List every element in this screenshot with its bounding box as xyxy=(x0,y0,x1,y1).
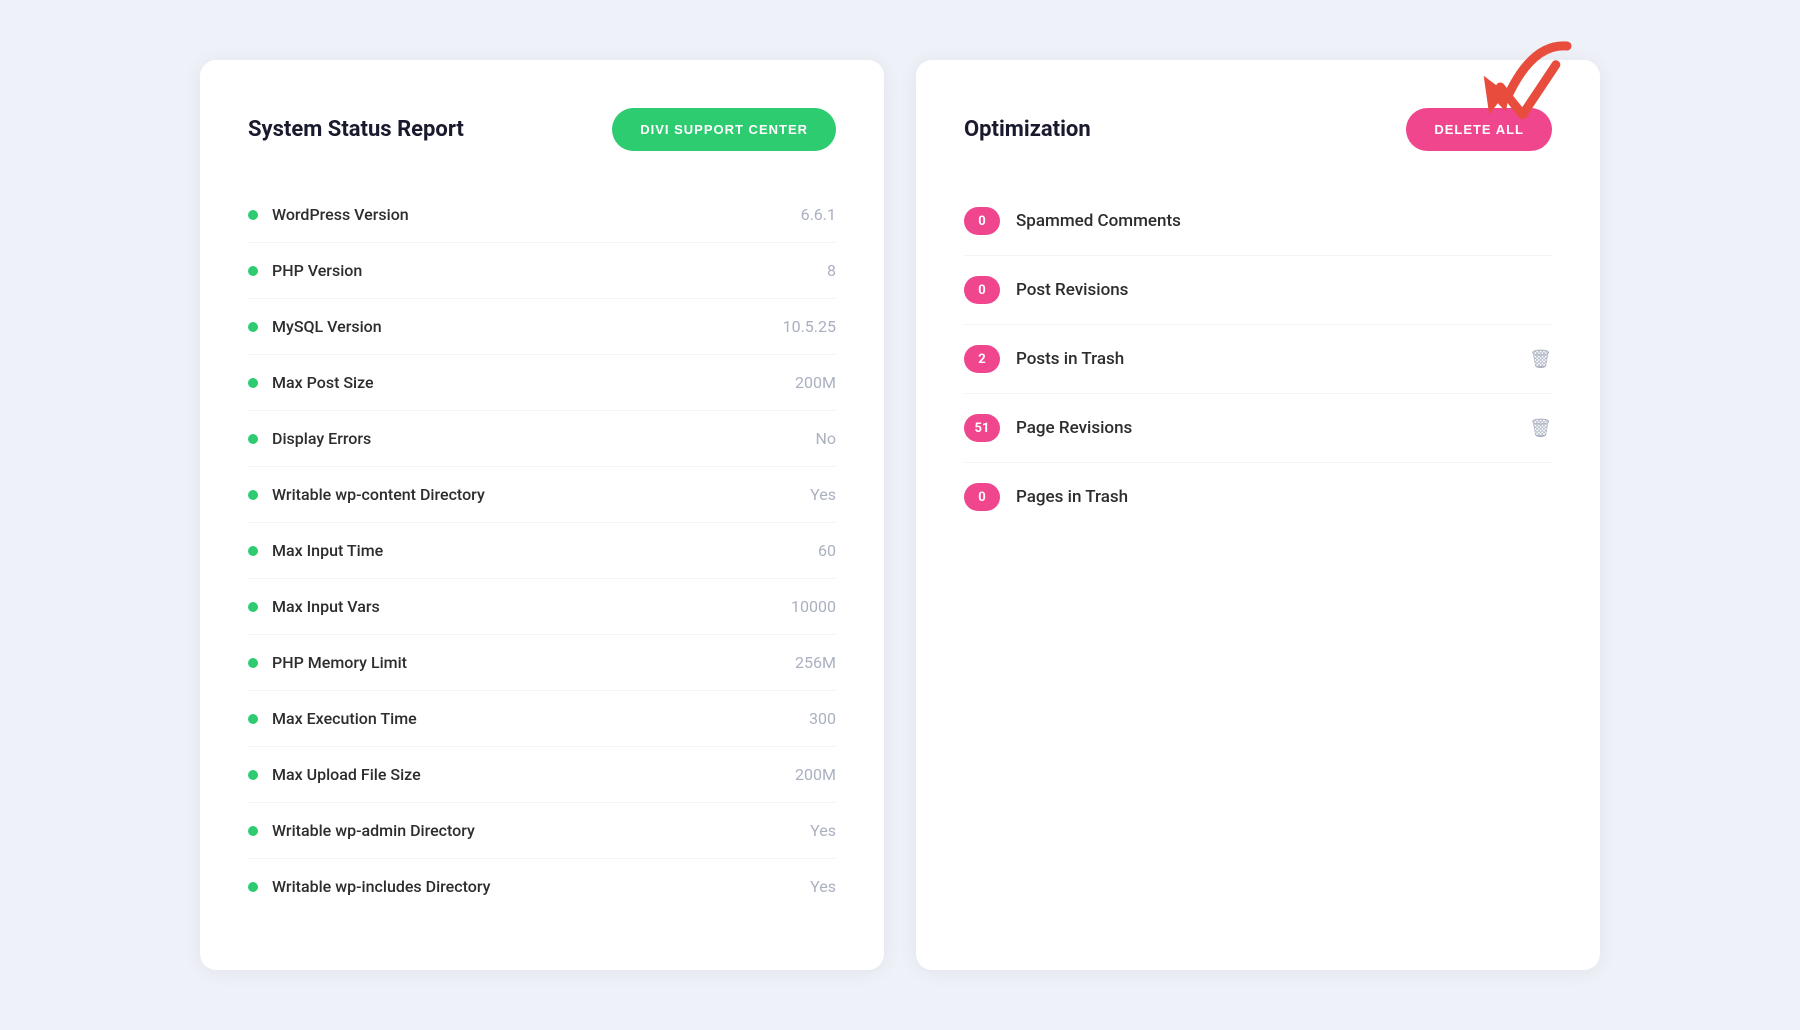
opt-badge-spammed-comments: 0 xyxy=(964,207,1000,235)
status-value: Yes xyxy=(810,485,836,504)
status-value: 256M xyxy=(795,653,836,672)
status-row: Writable wp-includes Directory Yes xyxy=(248,859,836,914)
opt-row-spammed-comments: 0 Spammed Comments xyxy=(964,187,1552,256)
status-row-left: Max Post Size xyxy=(248,373,374,392)
status-dot xyxy=(248,322,258,332)
status-label: Max Post Size xyxy=(272,373,374,392)
optimization-card: Optimization DELETE ALL 0 Spamm xyxy=(916,60,1600,970)
status-value: No xyxy=(815,429,836,448)
status-dot xyxy=(248,378,258,388)
optimization-title: Optimization xyxy=(964,117,1091,142)
system-status-card: System Status Report DIVI SUPPORT CENTER… xyxy=(200,60,884,970)
opt-row-post-revisions: 0 Post Revisions xyxy=(964,256,1552,325)
status-row: Max Upload File Size 200M xyxy=(248,747,836,803)
status-row-left: Max Upload File Size xyxy=(248,765,421,784)
system-status-header: System Status Report DIVI SUPPORT CENTER xyxy=(248,108,836,151)
status-label: Max Input Vars xyxy=(272,597,380,616)
status-value: 200M xyxy=(795,765,836,784)
trash-icon[interactable]: 🗑 xyxy=(1529,349,1552,370)
status-dot xyxy=(248,434,258,444)
status-label: Writable wp-admin Directory xyxy=(272,821,475,840)
status-dot xyxy=(248,770,258,780)
divi-support-center-button[interactable]: DIVI SUPPORT CENTER xyxy=(612,108,836,151)
opt-label-post-revisions: Post Revisions xyxy=(1016,280,1552,300)
status-label: PHP Version xyxy=(272,261,362,280)
status-value: 300 xyxy=(809,709,836,728)
status-row-left: WordPress Version xyxy=(248,205,409,224)
status-row: MySQL Version 10.5.25 xyxy=(248,299,836,355)
status-label: Display Errors xyxy=(272,429,371,448)
status-value: Yes xyxy=(810,821,836,840)
status-value: 6.6.1 xyxy=(801,205,836,224)
opt-label-spammed-comments: Spammed Comments xyxy=(1016,211,1552,231)
arrow-icon xyxy=(1467,53,1567,143)
status-dot xyxy=(248,490,258,500)
trash-icon[interactable]: 🗑 xyxy=(1529,418,1552,439)
status-dot xyxy=(248,882,258,892)
status-row: Max Execution Time 300 xyxy=(248,691,836,747)
status-list: WordPress Version 6.6.1 PHP Version 8 My… xyxy=(248,187,836,914)
status-row-left: Max Execution Time xyxy=(248,709,417,728)
page-wrapper: System Status Report DIVI SUPPORT CENTER… xyxy=(200,60,1600,970)
status-row: PHP Memory Limit 256M xyxy=(248,635,836,691)
status-value: 200M xyxy=(795,373,836,392)
status-row: Display Errors No xyxy=(248,411,836,467)
status-row: Max Post Size 200M xyxy=(248,355,836,411)
status-row: Writable wp-content Directory Yes xyxy=(248,467,836,523)
opt-label-pages-in-trash: Pages in Trash xyxy=(1016,487,1552,507)
status-label: Max Upload File Size xyxy=(272,765,421,784)
status-value: 8 xyxy=(827,261,836,280)
opt-row-pages-in-trash: 0 Pages in Trash xyxy=(964,463,1552,531)
status-value: 10000 xyxy=(791,597,836,616)
status-row-left: MySQL Version xyxy=(248,317,382,336)
status-row-left: Writable wp-content Directory xyxy=(248,485,485,504)
optimization-header: Optimization DELETE ALL xyxy=(964,108,1552,151)
status-row: PHP Version 8 xyxy=(248,243,836,299)
status-dot xyxy=(248,546,258,556)
status-row-left: Max Input Vars xyxy=(248,597,380,616)
status-label: Writable wp-content Directory xyxy=(272,485,485,504)
opt-row-posts-in-trash: 2 Posts in Trash 🗑 xyxy=(964,325,1552,394)
opt-badge-post-revisions: 0 xyxy=(964,276,1000,304)
status-row-left: Display Errors xyxy=(248,429,371,448)
status-row: WordPress Version 6.6.1 xyxy=(248,187,836,243)
status-value: Yes xyxy=(810,877,836,896)
optimization-list: 0 Spammed Comments 0 Post Revisions 2 Po… xyxy=(964,187,1552,531)
opt-badge-page-revisions: 51 xyxy=(964,414,1000,442)
status-label: Max Input Time xyxy=(272,541,383,560)
status-row: Max Input Vars 10000 xyxy=(248,579,836,635)
delete-all-wrapper: DELETE ALL xyxy=(1406,108,1552,151)
status-dot xyxy=(248,714,258,724)
opt-badge-pages-in-trash: 0 xyxy=(964,483,1000,511)
status-row-left: Writable wp-includes Directory xyxy=(248,877,490,896)
status-row: Writable wp-admin Directory Yes xyxy=(248,803,836,859)
status-row-left: Writable wp-admin Directory xyxy=(248,821,475,840)
system-status-title: System Status Report xyxy=(248,117,464,142)
opt-label-posts-in-trash: Posts in Trash xyxy=(1016,349,1513,369)
status-value: 60 xyxy=(818,541,836,560)
status-dot xyxy=(248,826,258,836)
status-label: WordPress Version xyxy=(272,205,409,224)
status-dot xyxy=(248,602,258,612)
status-dot xyxy=(248,266,258,276)
status-value: 10.5.25 xyxy=(783,317,836,336)
status-dot xyxy=(248,658,258,668)
opt-label-page-revisions: Page Revisions xyxy=(1016,418,1513,438)
opt-badge-posts-in-trash: 2 xyxy=(964,345,1000,373)
status-label: Max Execution Time xyxy=(272,709,417,728)
status-row: Max Input Time 60 xyxy=(248,523,836,579)
status-row-left: Max Input Time xyxy=(248,541,383,560)
status-label: PHP Memory Limit xyxy=(272,653,407,672)
status-dot xyxy=(248,210,258,220)
status-row-left: PHP Version xyxy=(248,261,362,280)
opt-row-page-revisions: 51 Page Revisions 🗑 xyxy=(964,394,1552,463)
status-label: Writable wp-includes Directory xyxy=(272,877,490,896)
status-row-left: PHP Memory Limit xyxy=(248,653,407,672)
status-label: MySQL Version xyxy=(272,317,382,336)
